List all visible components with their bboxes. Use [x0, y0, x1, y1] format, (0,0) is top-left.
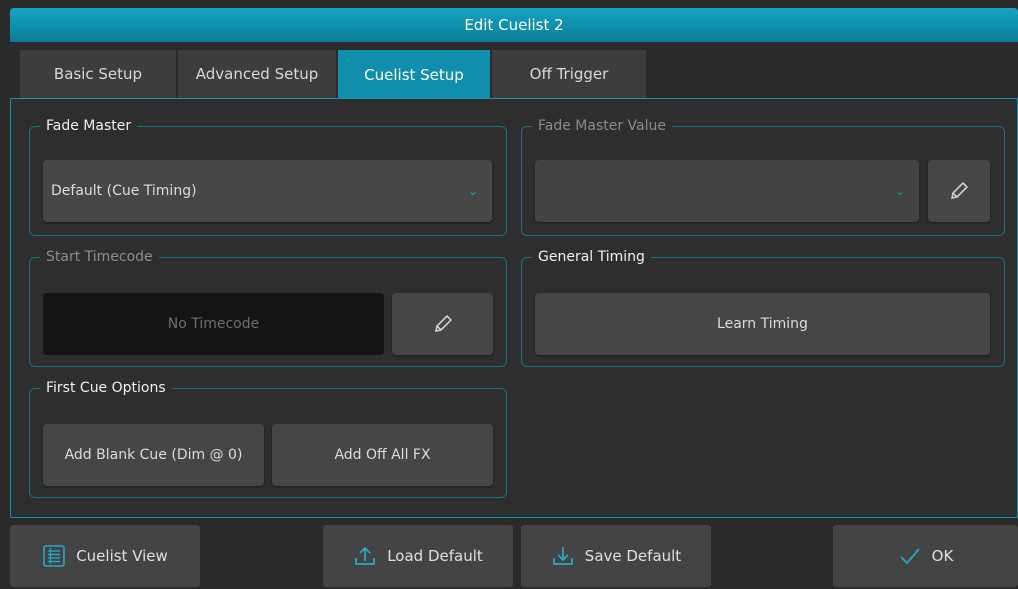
ok-button[interactable]: OK: [833, 525, 1018, 587]
start-timecode-title: Start Timecode: [46, 249, 153, 265]
fade-master-dropdown[interactable]: Default (Cue Timing) ⌄: [43, 160, 492, 222]
tab-cuelist-setup[interactable]: Cuelist Setup: [338, 50, 491, 99]
tab-label: Cuelist Setup: [364, 65, 464, 84]
first-cue-options-group: First Cue Options Add Blank Cue (Dim @ 0…: [29, 380, 507, 498]
learn-timing-label: Learn Timing: [717, 316, 808, 332]
dialog-title: Edit Cuelist 2: [464, 16, 564, 34]
tab-label: Advanced Setup: [195, 65, 319, 83]
tab-basic-setup[interactable]: Basic Setup: [20, 50, 177, 98]
pencil-icon: [432, 313, 454, 335]
fade-master-selected: Default (Cue Timing): [51, 183, 197, 199]
add-blank-cue-button[interactable]: Add Blank Cue (Dim @ 0): [43, 424, 264, 486]
ok-label: OK: [931, 547, 954, 565]
general-timing-title: General Timing: [538, 249, 645, 265]
tab-label: Off Trigger: [529, 65, 609, 83]
chevron-down-icon: ⌄: [467, 184, 478, 198]
save-default-label: Save Default: [584, 547, 682, 565]
learn-timing-button[interactable]: Learn Timing: [535, 293, 990, 355]
fade-master-value-edit-button[interactable]: [928, 160, 990, 222]
checkmark-icon: [898, 544, 922, 568]
add-off-all-fx-button[interactable]: Add Off All FX: [272, 424, 493, 486]
add-blank-cue-label: Add Blank Cue (Dim @ 0): [64, 447, 243, 463]
load-default-label: Load Default: [387, 547, 483, 565]
fade-master-value-dropdown[interactable]: ⌄: [535, 160, 919, 222]
tab-off-trigger[interactable]: Off Trigger: [492, 50, 647, 98]
upload-icon: [353, 544, 377, 568]
fade-master-title: Fade Master: [46, 118, 132, 134]
load-default-button[interactable]: Load Default: [323, 525, 513, 587]
timecode-display: No Timecode: [43, 293, 384, 355]
tab-advanced-setup[interactable]: Advanced Setup: [178, 50, 337, 98]
fade-master-value-group: Fade Master Value ⌄: [521, 118, 1005, 236]
cuelist-setup-panel: Fade Master Default (Cue Timing) ⌄ Fade …: [10, 98, 1018, 518]
first-cue-options-title: First Cue Options: [46, 380, 166, 396]
fade-master-value-title: Fade Master Value: [538, 118, 667, 134]
general-timing-group: General Timing Learn Timing: [521, 249, 1005, 367]
start-timecode-group: Start Timecode No Timecode: [29, 249, 507, 367]
save-default-button[interactable]: Save Default: [521, 525, 711, 587]
download-icon: [551, 544, 575, 568]
add-off-all-fx-label: Add Off All FX: [334, 447, 431, 463]
dialog-title-bar: Edit Cuelist 2: [10, 8, 1018, 42]
list-icon: [42, 544, 66, 568]
timecode-edit-button[interactable]: [392, 293, 493, 355]
timecode-value: No Timecode: [167, 316, 260, 332]
tab-label: Basic Setup: [53, 65, 143, 83]
chevron-down-icon: ⌄: [894, 184, 905, 198]
cuelist-view-button[interactable]: Cuelist View: [10, 525, 200, 587]
fade-master-group: Fade Master Default (Cue Timing) ⌄: [29, 118, 507, 236]
cuelist-view-label: Cuelist View: [76, 547, 168, 565]
pencil-icon: [948, 180, 970, 202]
